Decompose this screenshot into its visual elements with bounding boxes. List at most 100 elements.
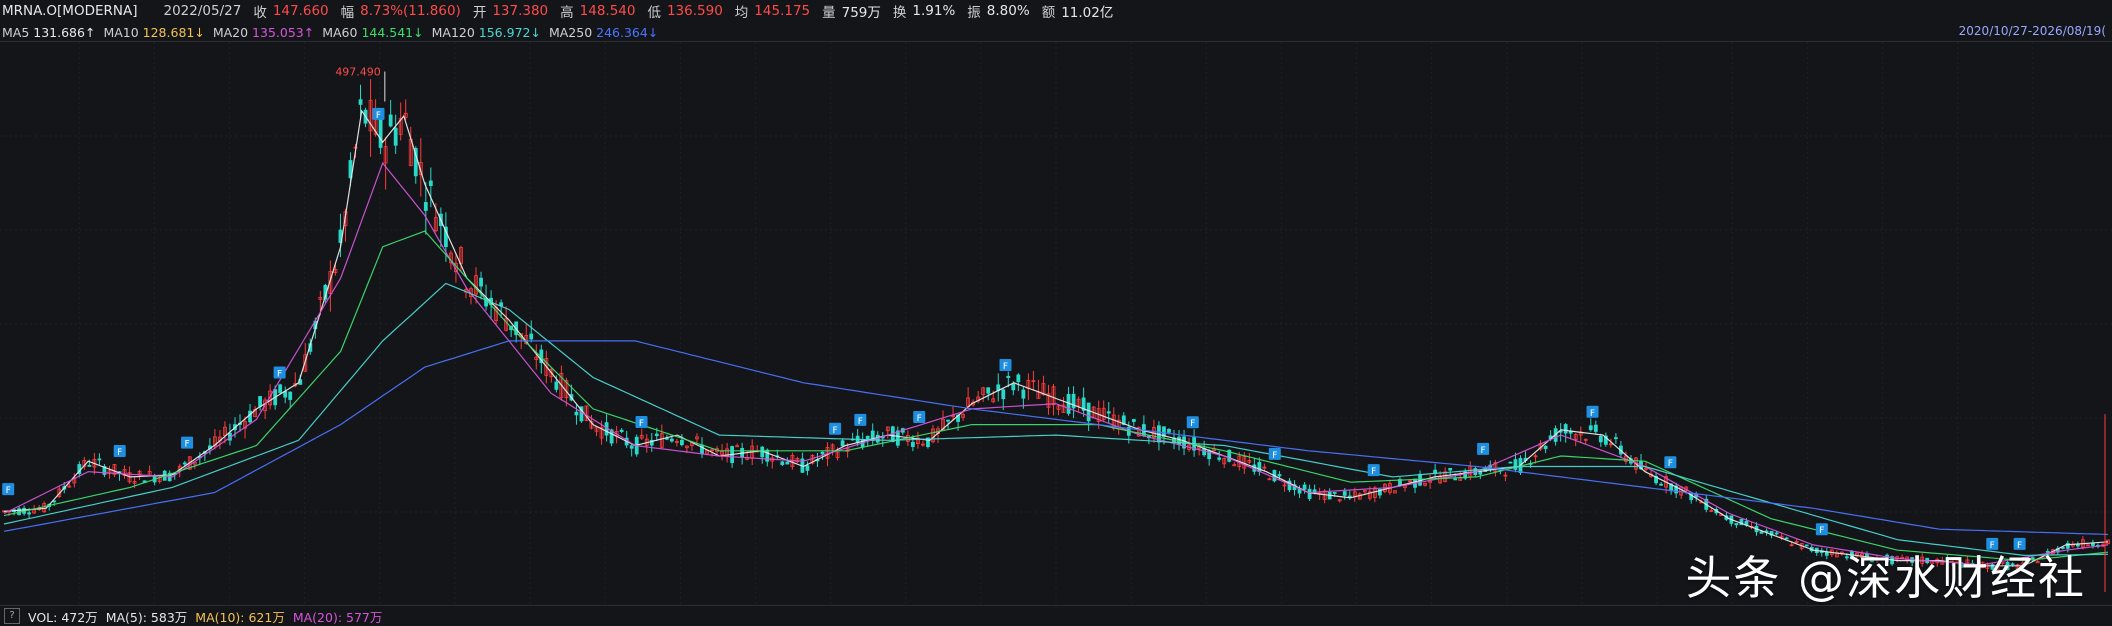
ma-legend-value: 135.053↑ [252,24,315,40]
chart-window: MRNA.O[MODERNA] 2022/05/27 收 147.660 幅 8… [0,0,2112,626]
candle-body [1784,537,1789,540]
candle-body [1021,389,1026,399]
event-marker-label: F [858,417,863,427]
candle-body [87,464,92,467]
quote-info-bar: MRNA.O[MODERNA] 2022/05/27 收 147.660 幅 8… [0,0,2112,22]
candle-body [97,458,102,461]
candle-body [780,461,785,465]
volume-legend-bar: ? VOL: 472万 MA(5): 583万 MA(10): 621万 MA(… [0,605,2112,626]
event-marker-label: F [1668,459,1673,469]
help-button[interactable]: ? [4,608,20,624]
vol-ma10: MA(10): 621万 [195,609,285,625]
candle-body [1453,478,1458,481]
candle-body [1217,457,1222,460]
candle-body [182,462,187,465]
close-label: 收 [253,5,267,21]
event-marker-label: F [639,419,644,429]
high-value: 148.540 [579,3,636,19]
event-marker-label: F [1819,526,1824,536]
ma-legend-label: MA60 [322,24,362,40]
event-marker-label: F [117,448,122,458]
turnover-label: 换 [892,5,907,21]
candle-body [1593,424,1598,432]
candle-body [388,114,393,127]
low-value: 136.590 [666,3,723,19]
ma-legend-value: 246.364↓ [596,24,659,40]
candle-body [1759,531,1764,534]
candle-body [1302,484,1307,490]
candle-body [669,438,674,442]
candle-body [1086,402,1091,422]
ma-legend-value: 156.972↓ [478,24,541,40]
candle-body [1332,492,1337,494]
turnover-value: 1.91% [912,3,956,19]
ma-legend-ma5: MA5 131.686↑ [2,25,95,40]
amp-label: 幅 [340,5,355,21]
event-marker-label: F [1481,446,1486,456]
candle-body [1167,429,1171,433]
event-marker-label: F [1272,451,1277,461]
candle-body [1659,483,1663,486]
candle-body [428,180,433,186]
candle-body [986,387,991,394]
candle-body [1598,435,1603,443]
candle-body [910,441,915,447]
date-range-label: 2020/10/27-2026/08/19( [1958,24,2106,38]
price-chart[interactable]: 497.490FFFFFFFF FFFFFFFFFF F [0,42,2112,606]
candle-body [574,411,579,416]
ma-legend-value: 128.681↓ [142,24,205,40]
candle-body [1347,495,1352,498]
vol-value: 759万 [841,5,881,21]
candle-body [1543,445,1548,450]
candle-body [1307,488,1312,499]
candle-body [619,429,624,432]
open-value: 137.380 [492,3,549,19]
event-marker-label: F [277,370,282,380]
watermark-logo: 头条 @深水财经社 [1685,551,2086,605]
candle-body [805,465,810,471]
event-marker-label: F [917,414,922,424]
ma-legend-label: MA10 [103,24,143,40]
avg-label: 均 [734,5,749,21]
candle-body [946,419,950,422]
candle-body [895,430,900,446]
amount-label: 额 [1041,5,1056,21]
ma-legend-ma10: MA10 128.681↓ [103,25,204,40]
vol-label: 量 [822,5,836,21]
avg-value: 145.175 [754,3,811,19]
candle-body [1131,419,1136,422]
candle-body [423,202,428,211]
event-marker-label: F [376,111,381,121]
candle-body [1613,437,1618,440]
swing-label: 振 [967,5,981,21]
event-marker-label: F [832,426,837,436]
ma-legend-ma250: MA250 246.364↓ [549,25,658,40]
candle-body [2091,542,2095,546]
event-marker-label: F [1003,362,1008,372]
candle-body [529,333,534,340]
candle-body [278,384,283,393]
candle-body [1563,424,1568,434]
date-label: 2022/05/27 [163,3,242,19]
candle-body [1508,461,1513,464]
candle-body [288,391,293,400]
amount-value: 11.02亿 [1061,5,1114,21]
ma-legend-label: MA250 [548,24,597,40]
event-marker-label: F [1590,409,1595,419]
candle-body [1342,491,1347,496]
candle-body [258,396,262,407]
candle-body [1106,411,1111,414]
candle-body [1011,383,1016,391]
candle-body [378,117,383,148]
candle-body [679,439,684,446]
candle-body [1734,523,1739,526]
candle-body [479,277,483,287]
ma-legend-value: 131.686↑ [33,24,96,40]
open-label: 开 [472,5,487,21]
candle-body [1588,425,1593,431]
candle-body [820,451,825,455]
high-label: 高 [560,5,574,21]
vol-ma20: MA(20): 577万 [292,609,383,625]
symbol-label[interactable]: MRNA.O[MODERNA] [2,3,138,19]
candle-body [393,127,398,146]
